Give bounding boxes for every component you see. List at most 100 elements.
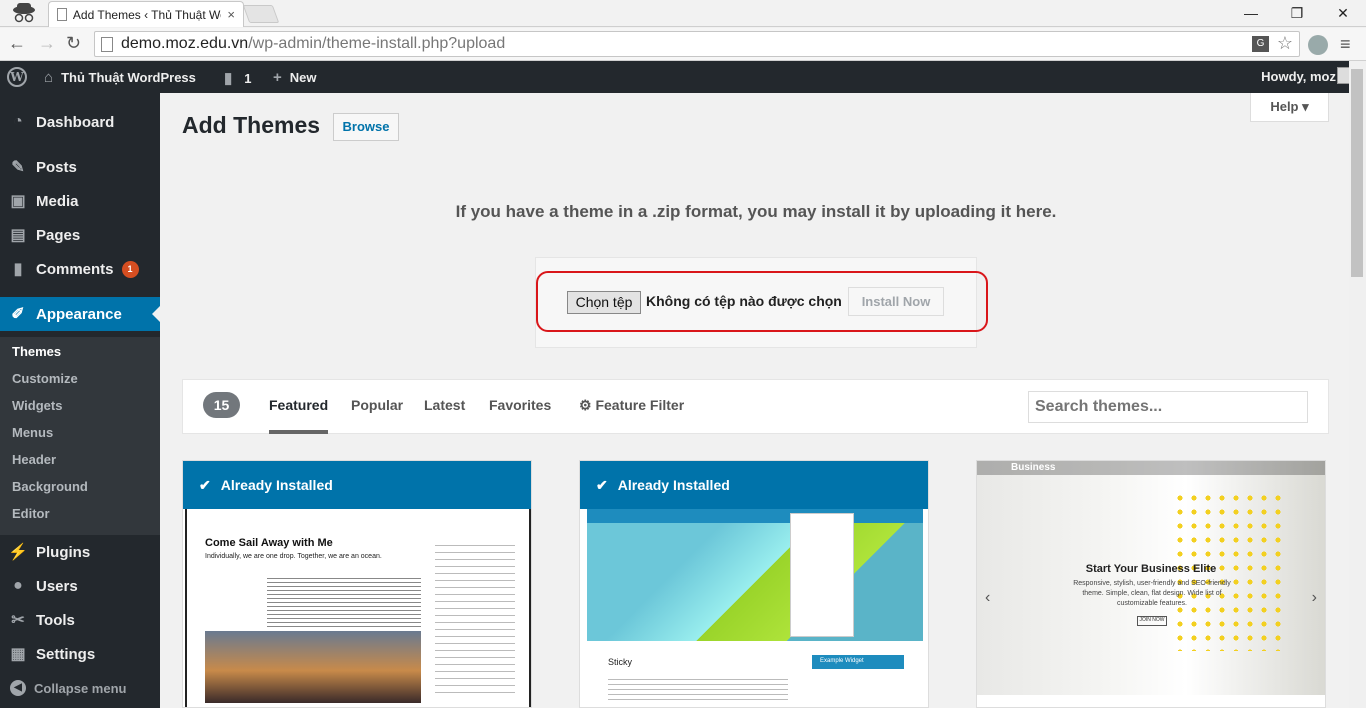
reload-icon[interactable]: ↻ (66, 33, 81, 54)
extension-icon[interactable] (1308, 35, 1328, 55)
browser-tabbar: Add Themes ‹ Thủ Thuật WordPress × — ❐ ✕ (0, 0, 1366, 27)
tab-title: Add Themes ‹ Thủ Thuật WordPress (72, 7, 221, 22)
chevron-left-icon: ‹ (985, 589, 991, 606)
theme-screenshot: Sticky Example Widget (580, 509, 928, 707)
sunset-image (205, 631, 421, 703)
tab-popular[interactable]: Popular (351, 397, 403, 413)
search-themes-input[interactable] (1028, 391, 1308, 423)
wordpress-logo-icon[interactable]: W (7, 67, 27, 87)
preview-text: Responsive, stylish, user-friendly and S… (1073, 580, 1231, 607)
site-name: Thủ Thuật WordPress (61, 70, 196, 85)
sidebar-item-tools[interactable]: ✂ Tools (0, 603, 160, 637)
restore-button[interactable]: ❐ (1274, 0, 1320, 26)
media-icon: ▣ (10, 193, 26, 210)
sidebar-item-media[interactable]: ▣ Media (0, 184, 160, 218)
scrollbar-thumb[interactable] (1351, 69, 1363, 277)
upload-instructions: If you have a theme in a .zip format, yo… (455, 202, 1057, 221)
browser-toolbar: ← → ↻ demo.moz.edu.vn/wp-admin/theme-ins… (0, 28, 1366, 61)
new-tab-button[interactable] (242, 5, 280, 23)
preview-text-lines (608, 675, 788, 701)
choose-file-button[interactable]: Chọn tệp (567, 291, 641, 314)
install-now-button[interactable]: Install Now (848, 287, 944, 316)
sidebar-item-comments[interactable]: ▮ Comments 1 (0, 252, 160, 286)
tab-featured[interactable]: Featured (269, 397, 329, 434)
admin-bar-site[interactable]: ⌂ Thủ Thuật WordPress (44, 69, 196, 86)
forward-icon[interactable]: → (38, 33, 56, 54)
browser-tab[interactable]: Add Themes ‹ Thủ Thuật WordPress × (48, 1, 244, 27)
theme-count: 15 (203, 392, 240, 418)
address-bar[interactable]: demo.moz.edu.vn/wp-admin/theme-install.p… (94, 31, 1300, 57)
sidebar-item-users[interactable]: ● Users (0, 569, 160, 603)
theme-filter-bar: 15 Featured Popular Latest Favorites ⚙ F… (182, 379, 1329, 434)
collapse-menu-button[interactable]: ◀ Collapse menu (10, 680, 126, 696)
settings-icon: ▦ (10, 646, 26, 663)
users-icon: ● (13, 577, 23, 594)
help-tab[interactable]: Help ▾ (1250, 93, 1329, 122)
appearance-submenu: Themes Customize Widgets Menus Header Ba… (0, 337, 160, 535)
tab-latest[interactable]: Latest (424, 397, 465, 413)
browse-button[interactable]: Browse (333, 113, 399, 141)
triangle-down-icon: ▾ (1302, 99, 1309, 114)
preview-dropdown (790, 513, 854, 637)
preview-heading: Start Your Business Elite (1085, 563, 1217, 575)
tools-icon: ✂ (11, 612, 25, 629)
preview-header (587, 509, 923, 523)
installed-banner: ✔ Already Installed (580, 461, 928, 509)
submenu-header[interactable]: Header (12, 452, 56, 467)
incognito-icon (13, 3, 35, 23)
submenu-background[interactable]: Background (12, 479, 88, 494)
browser-menu-icon[interactable]: ≡ (1340, 34, 1351, 55)
preview-brand: Business (1011, 462, 1056, 473)
new-label: New (289, 70, 317, 85)
theme-screenshot: Business Start Your Business Elite Respo… (977, 461, 1325, 695)
translate-icon[interactable]: G (1252, 36, 1269, 52)
no-file-chosen-label: Không có tệp nào được chọn (646, 293, 842, 309)
tab-favorites[interactable]: Favorites (489, 397, 551, 413)
sidebar-item-posts[interactable]: ✎ Posts (0, 150, 160, 184)
theme-preview-subtitle: Individually, we are one drop. Together,… (205, 553, 382, 560)
admin-bar-new[interactable]: + New (273, 69, 317, 86)
submenu-customize[interactable]: Customize (12, 371, 78, 386)
close-window-button[interactable]: ✕ (1320, 0, 1366, 26)
wp-admin-bar: W ⌂ Thủ Thuật WordPress ▮ 1 + New Howdy,… (0, 61, 1366, 93)
tab-close-icon[interactable]: × (227, 7, 235, 22)
plus-icon: + (273, 69, 282, 86)
theme-preview-heading: Come Sail Away with Me (205, 537, 333, 549)
theme-card[interactable]: ✔ Already Installed Sticky Example Widget (579, 460, 929, 708)
collapse-arrow-icon: ◀ (10, 680, 26, 696)
submenu-themes[interactable]: Themes (12, 344, 61, 359)
preview-text-lines (267, 575, 421, 630)
sidebar-item-settings[interactable]: ▦ Settings (0, 637, 160, 671)
sidebar-item-appearance[interactable]: ✐ Appearance (0, 297, 160, 331)
theme-card[interactable]: Business Start Your Business Elite Respo… (976, 460, 1326, 708)
checkmark-icon: ✔ (199, 476, 211, 493)
preview-hero-image (587, 523, 923, 641)
feature-filter-button[interactable]: ⚙ Feature Filter (579, 397, 684, 414)
sidebar-item-pages[interactable]: ▤ Pages (0, 218, 160, 252)
page-info-icon (101, 36, 113, 52)
theme-card[interactable]: ✔ Already Installed Come Sail Away with M… (182, 460, 532, 708)
minimize-button[interactable]: — (1228, 0, 1274, 26)
page-scrollbar[interactable] (1349, 61, 1366, 708)
page-icon (57, 8, 67, 21)
howdy-user[interactable]: Howdy, moz (1261, 69, 1336, 84)
submenu-editor[interactable]: Editor (12, 506, 50, 521)
admin-bar-comments[interactable]: ▮ 1 (224, 69, 252, 87)
comments-icon: ▮ (13, 261, 23, 278)
appearance-icon: ✐ (11, 306, 25, 323)
pages-icon: ▤ (10, 227, 26, 244)
gear-icon: ⚙ (579, 397, 592, 413)
submenu-widgets[interactable]: Widgets (12, 398, 62, 413)
dashboard-icon: ◔ (13, 113, 23, 130)
home-icon: ⌂ (44, 69, 54, 86)
back-icon[interactable]: ← (8, 33, 26, 54)
sidebar-item-plugins[interactable]: ⚡ Plugins (0, 535, 160, 569)
submenu-menus[interactable]: Menus (12, 425, 53, 440)
sidebar-item-dashboard[interactable]: ◔ Dashboard (0, 105, 160, 139)
url-host: demo.moz.edu.vn (121, 35, 249, 52)
posts-icon: ✎ (11, 159, 25, 176)
comments-badge: 1 (121, 260, 139, 278)
plugins-icon: ⚡ (8, 544, 28, 561)
bookmark-star-icon[interactable]: ☆ (1277, 33, 1293, 54)
admin-sidebar: ◔ Dashboard ✎ Posts ▣ Media ▤ Pages ▮ Comment… (0, 93, 160, 708)
